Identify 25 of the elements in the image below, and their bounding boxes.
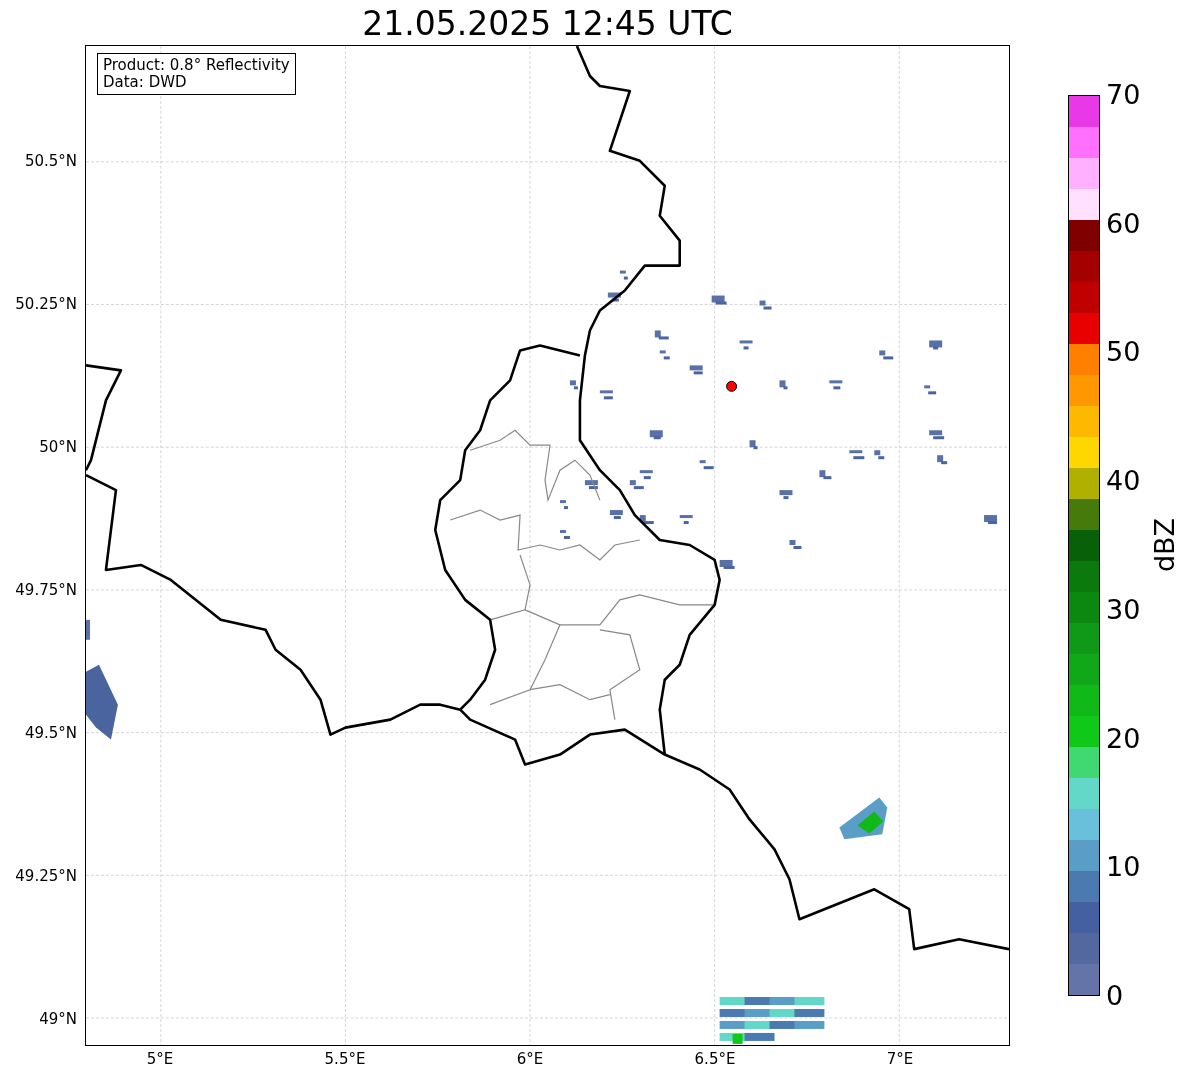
longitude-tick-label: 6°E [516, 1050, 544, 1068]
latitude-tick-label: 50°N [39, 438, 77, 456]
colorbar-tick-label: 40 [1106, 466, 1141, 497]
colorbar-tick-label: 20 [1106, 723, 1141, 754]
colorbar-tick-label: 50 [1106, 337, 1141, 368]
longitude-tick-label: 7°E [886, 1050, 914, 1068]
longitude-tick-label: 5.5°E [324, 1050, 366, 1068]
latitude-tick-label: 49.25°N [15, 867, 77, 885]
colorbar-label: dBZ [1150, 517, 1181, 573]
chart-title: 21.05.2025 12:45 UTC [362, 3, 733, 45]
latitude-tick-label: 50.25°N [15, 295, 77, 313]
latitude-tick-label: 49.75°N [15, 581, 77, 599]
colorbar-tick-label: 30 [1106, 594, 1141, 625]
longitude-tick-label: 5°E [146, 1050, 174, 1068]
latitude-tick-label: 49°N [39, 1010, 77, 1028]
latitude-tick-label: 49.5°N [24, 724, 77, 742]
colorbar-tick-label: 0 [1106, 981, 1124, 1011]
colorbar-tick-label: 60 [1106, 208, 1141, 239]
colorbar-tick-label: 70 [1106, 80, 1141, 110]
colorbar-tick-label: 10 [1106, 852, 1141, 883]
legend-text: Data: DWD [103, 74, 188, 91]
longitude-tick-label: 6.5°E [694, 1050, 736, 1068]
legend-text: Product: 0.8° Reflectivity [103, 57, 290, 74]
radar-location-marker [726, 380, 738, 392]
latitude-tick-label: 50.5°N [24, 152, 77, 170]
